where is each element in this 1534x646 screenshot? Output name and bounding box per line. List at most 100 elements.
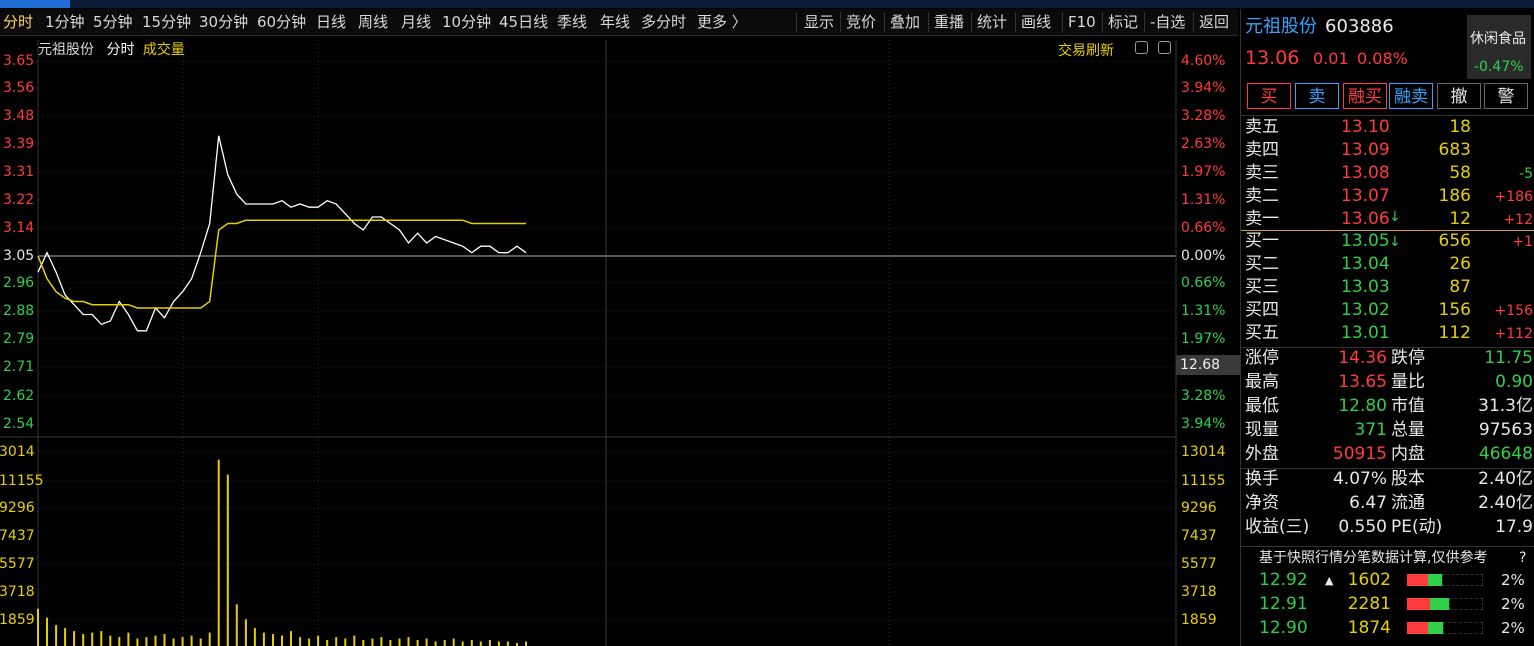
- down-arrow-icon: ↓: [1389, 234, 1401, 250]
- stock-name: 元祖股份: [1245, 16, 1317, 37]
- price-axis-label: 2.79: [3, 331, 35, 347]
- volume-bar: [353, 635, 356, 646]
- book-label: 买三: [1245, 277, 1279, 297]
- volume-bar: [217, 459, 220, 646]
- price-axis-label: 3.14: [3, 220, 35, 236]
- volume-bar: [226, 474, 229, 646]
- stat-label: 市值: [1391, 396, 1425, 416]
- volume-bar: [208, 632, 211, 646]
- book-price: 13.09: [1341, 140, 1390, 160]
- book-change: +1: [1512, 234, 1533, 250]
- pct-axis-label: 3.28%: [1181, 388, 1226, 404]
- trade-button-0[interactable]: 买: [1247, 83, 1291, 109]
- volume-axis-label-right: 11155: [1181, 473, 1226, 489]
- flow-bar-red: [1407, 598, 1430, 610]
- volume-bar: [244, 619, 247, 646]
- flow-price: 12.92: [1259, 570, 1308, 590]
- price-change-pct: 0.08%: [1357, 49, 1408, 68]
- flow-bar-empty: [1449, 598, 1483, 610]
- stock-code: 603886: [1325, 16, 1394, 37]
- fundamental-value: 2.40亿: [1478, 469, 1533, 489]
- book-price: 13.03: [1341, 277, 1390, 297]
- volume-bar: [91, 632, 94, 646]
- book-volume: 87: [1449, 277, 1471, 297]
- price-axis-label: 3.65: [3, 53, 35, 69]
- fundamental-value: 0.550: [1338, 517, 1387, 537]
- price-axis-label: 2.88: [3, 303, 35, 319]
- fundamental-value: 6.47: [1349, 493, 1387, 513]
- stat-value: 0.90: [1495, 372, 1533, 392]
- volume-axis-label-right: 13014: [1181, 444, 1226, 460]
- volume-bar: [525, 641, 527, 646]
- trade-button-4[interactable]: 撤: [1437, 83, 1481, 109]
- book-volume: 683: [1438, 140, 1471, 160]
- trade-button-5[interactable]: 警: [1484, 83, 1528, 109]
- flow-note: 基于快照行情分笔数据计算,仅供参考: [1259, 550, 1488, 566]
- pct-axis-label: 3.94%: [1181, 416, 1226, 432]
- book-label: 卖一: [1245, 209, 1279, 229]
- pct-axis-label: 3.94%: [1181, 80, 1226, 96]
- flow-pct: 2%: [1501, 619, 1525, 637]
- flow-volume: 2281: [1347, 594, 1391, 614]
- volume-bar: [398, 638, 401, 646]
- volume-bar: [452, 638, 455, 646]
- volume-bar: [389, 640, 392, 646]
- price-change: 0.01: [1313, 49, 1349, 68]
- book-change: +112: [1494, 326, 1533, 342]
- price-axis-label: 2.71: [3, 359, 35, 375]
- book-price: 13.10: [1341, 117, 1390, 137]
- pct-axis-label: 0.66%: [1181, 220, 1226, 236]
- book-change: +156: [1494, 303, 1533, 319]
- book-price: 13.04: [1341, 254, 1390, 274]
- stat-label: 内盘: [1391, 444, 1425, 464]
- trade-button-1[interactable]: 卖: [1295, 83, 1339, 109]
- book-label: 买五: [1245, 323, 1279, 343]
- volume-bar: [46, 617, 48, 646]
- stat-label: 最高: [1245, 372, 1279, 392]
- book-volume: 156: [1438, 300, 1471, 320]
- book-volume: 112: [1438, 323, 1471, 343]
- volume-bar: [37, 608, 39, 646]
- volume-axis-label: 1859: [0, 612, 35, 628]
- flow-bar-green: [1428, 574, 1442, 586]
- flow-bar-green: [1430, 598, 1449, 610]
- stat-value: 46648: [1478, 444, 1533, 464]
- industry-box[interactable]: 休闲食品 -0.47%: [1467, 15, 1531, 79]
- pct-axis-label: 4.60%: [1181, 53, 1226, 69]
- flow-price: 12.91: [1259, 594, 1308, 614]
- stat-value: 13.65: [1338, 372, 1387, 392]
- stat-value: 371: [1354, 420, 1387, 440]
- volume-bar: [326, 640, 329, 646]
- flow-price: 12.90: [1259, 618, 1308, 638]
- price-axis-label: 3.39: [3, 136, 35, 152]
- stat-value: 97563: [1478, 420, 1533, 440]
- fundamental-value: 4.07%: [1332, 469, 1387, 489]
- book-label: 买一: [1245, 231, 1279, 251]
- volume-bar: [290, 631, 292, 646]
- help-icon[interactable]: ?: [1519, 549, 1526, 567]
- book-price: 13.07: [1341, 186, 1390, 206]
- fundamental-label: 收益(三): [1245, 517, 1310, 537]
- stat-label: 现量: [1245, 420, 1279, 440]
- volume-bar: [55, 625, 58, 646]
- book-label: 卖四: [1245, 140, 1279, 160]
- stat-label: 量比: [1391, 372, 1425, 392]
- volume-bar: [281, 635, 283, 646]
- trade-button-3[interactable]: 融卖: [1389, 83, 1433, 109]
- volume-bar: [362, 640, 365, 646]
- book-price: 13.05: [1341, 231, 1390, 251]
- trade-button-2[interactable]: 融买: [1343, 83, 1387, 109]
- stat-value: 11.75: [1484, 348, 1533, 368]
- volume-bar: [82, 634, 85, 646]
- book-price: 13.08: [1341, 163, 1390, 183]
- flow-bar-empty: [1442, 574, 1483, 586]
- flow-volume: 1602: [1347, 570, 1391, 590]
- intraday-chart[interactable]: [0, 0, 1240, 646]
- book-volume: 26: [1449, 254, 1471, 274]
- volume-bar: [380, 637, 383, 646]
- pct-axis-label: 0.66%: [1181, 275, 1226, 291]
- book-volume: 656: [1438, 231, 1471, 251]
- divider: [1241, 115, 1534, 116]
- pct-axis-label: 2.63%: [1181, 136, 1226, 152]
- fundamental-value: 2.40亿: [1478, 493, 1533, 513]
